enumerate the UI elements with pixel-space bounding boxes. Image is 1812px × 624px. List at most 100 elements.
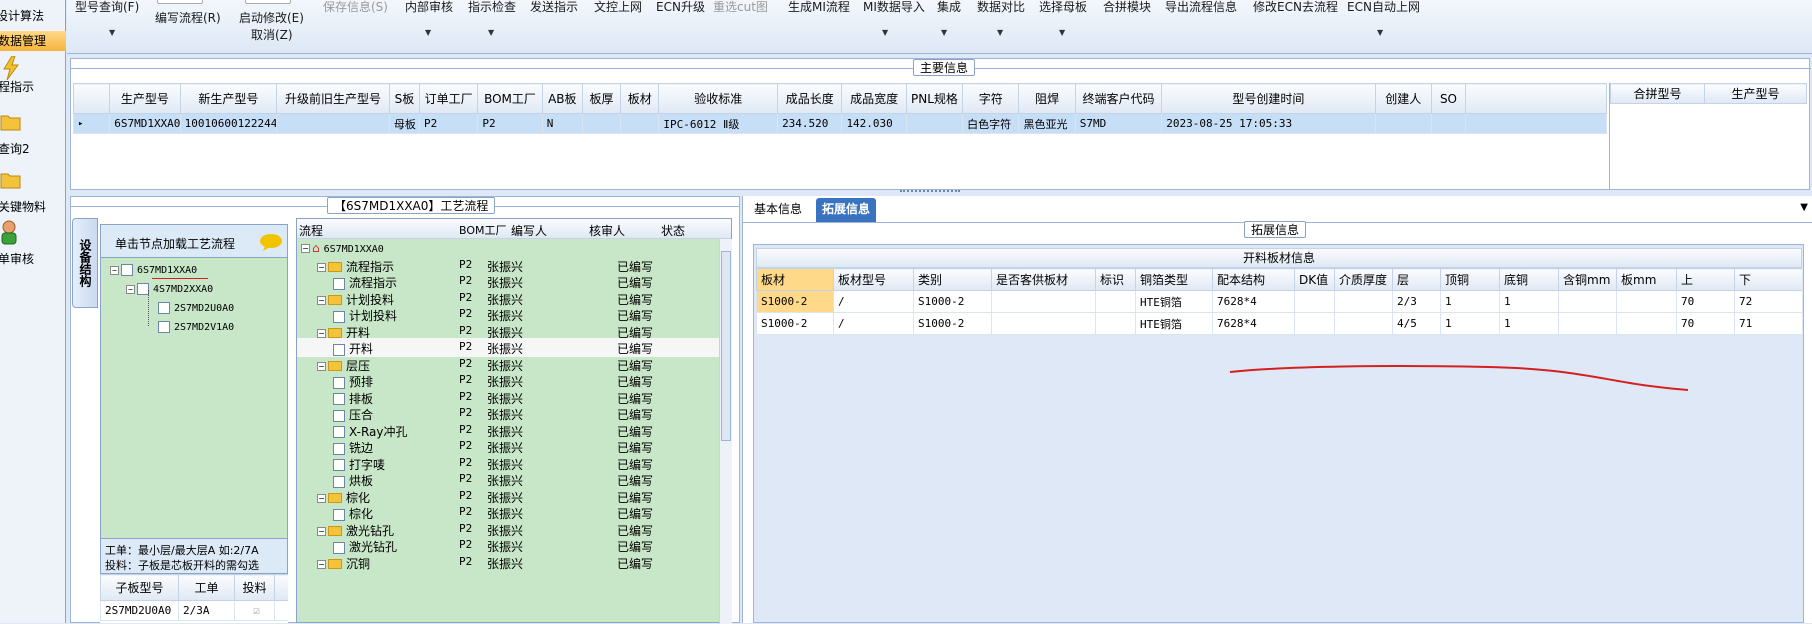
- column-header[interactable]: 底铜: [1499, 268, 1559, 291]
- column-header[interactable]: AB板: [541, 83, 583, 114]
- cell[interactable]: HTE铜箔: [1135, 290, 1213, 313]
- side-column-header[interactable]: 合拼型号: [1610, 83, 1705, 104]
- column-header[interactable]: 板材: [620, 83, 660, 114]
- column-header[interactable]: 终端客户代码: [1074, 83, 1163, 114]
- collapse-icon[interactable]: −: [317, 493, 326, 503]
- column-header[interactable]: 核审人: [589, 222, 625, 239]
- column-header[interactable]: 投料: [234, 574, 275, 601]
- cell[interactable]: 71: [1734, 312, 1802, 335]
- cell[interactable]: 4/5: [1392, 312, 1441, 335]
- tab-extended-info[interactable]: 拓展信息: [816, 198, 877, 222]
- cell[interactable]: [991, 312, 1096, 335]
- column-header[interactable]: 板mm: [1616, 268, 1677, 291]
- collapse-icon[interactable]: −: [317, 526, 326, 536]
- collapse-icon[interactable]: −: [301, 244, 310, 253]
- cell[interactable]: 72: [1734, 290, 1802, 313]
- cell[interactable]: S1000-2: [756, 312, 834, 335]
- toolbar-mi-import[interactable]: MI数据导入: [863, 0, 925, 15]
- toolbar-send[interactable]: 发送指示: [530, 0, 578, 15]
- toolbar-doc-online[interactable]: 文控上网: [594, 0, 642, 15]
- cell[interactable]: 1: [1499, 290, 1559, 313]
- toolbar-ecn-auto[interactable]: ECN自动上网: [1347, 0, 1420, 15]
- chevron-down-icon[interactable]: ▼: [488, 28, 494, 37]
- column-header[interactable]: 铜箔类型: [1135, 268, 1213, 291]
- chevron-down-icon[interactable]: ▼: [941, 28, 947, 37]
- collapse-icon[interactable]: −: [317, 559, 326, 569]
- chevron-down-icon[interactable]: ▼: [997, 28, 1003, 37]
- tab-device-structure[interactable]: 设备结构: [72, 218, 98, 308]
- column-header[interactable]: 成品宽度: [841, 83, 907, 114]
- cell[interactable]: 1: [1440, 312, 1500, 335]
- cell[interactable]: S1000-2: [913, 312, 992, 335]
- nav-item-query2[interactable]: 查询2: [0, 112, 66, 158]
- table-row[interactable]: S1000-2/S1000-2 HTE铜箔 7628*4 2/3 1 1 70 72: [756, 290, 1802, 313]
- column-header[interactable]: 上: [1676, 268, 1735, 291]
- column-header[interactable]: 顶铜: [1440, 268, 1500, 291]
- column-header[interactable]: BOM工厂: [477, 83, 543, 114]
- cell[interactable]: HTE铜箔: [1135, 312, 1213, 335]
- cell[interactable]: S1000-2: [913, 290, 992, 313]
- column-header[interactable]: 板材型号: [833, 268, 914, 291]
- collapse-icon[interactable]: −: [317, 328, 326, 338]
- column-header[interactable]: 介质厚度: [1334, 268, 1393, 291]
- cell[interactable]: [1616, 312, 1677, 335]
- collapse-icon[interactable]: −: [317, 295, 326, 305]
- chevron-down-icon[interactable]: ▼: [1800, 202, 1808, 213]
- nav-item-key-material[interactable]: 关键物料: [0, 170, 66, 216]
- cell[interactable]: /: [833, 290, 914, 313]
- column-header[interactable]: 阻焊: [1018, 83, 1076, 114]
- column-header[interactable]: 订单工厂: [418, 83, 479, 114]
- cell[interactable]: [1095, 312, 1136, 335]
- tree-node-root[interactable]: − 6S7MD1XXA0: [110, 264, 197, 276]
- checkbox[interactable]: ☑: [234, 600, 275, 621]
- side-column-header[interactable]: 生产型号: [1704, 83, 1807, 104]
- column-header[interactable]: 类别: [913, 268, 992, 291]
- scrollbar[interactable]: [719, 239, 732, 624]
- cell[interactable]: 1: [1499, 312, 1559, 335]
- cell[interactable]: [1334, 290, 1393, 313]
- cell[interactable]: /: [833, 312, 914, 335]
- nav-item-review[interactable]: 单审核: [0, 220, 66, 270]
- tree-node[interactable]: 2S7MD2V1A0: [158, 321, 234, 333]
- cell[interactable]: [1616, 290, 1677, 313]
- toolbar-select-mother[interactable]: 选择母板: [1039, 0, 1087, 15]
- column-header[interactable]: 状态: [661, 222, 685, 239]
- collapse-icon[interactable]: −: [110, 265, 119, 275]
- toolbar-generate-mi[interactable]: 生成MI流程: [788, 0, 850, 15]
- cell[interactable]: [1294, 290, 1335, 313]
- column-header[interactable]: PNL规格: [905, 83, 964, 114]
- toolbar-save[interactable]: 保存信息(S): [323, 0, 388, 15]
- toolbar-input-box[interactable]: [245, 0, 291, 4]
- column-header[interactable]: 下: [1734, 268, 1802, 291]
- cell[interactable]: 7628*4: [1212, 290, 1295, 313]
- column-header[interactable]: 子板型号: [100, 574, 179, 601]
- table-row[interactable]: 2S7MD2U0A0 2/3A ☑: [100, 600, 288, 621]
- toolbar-export-flow[interactable]: 导出流程信息: [1165, 0, 1237, 15]
- cell[interactable]: 70: [1676, 290, 1735, 313]
- column-header[interactable]: 成品长度: [777, 83, 843, 114]
- toolbar-reselect-cut[interactable]: 重选cut图: [713, 0, 768, 15]
- column-header[interactable]: S板: [388, 83, 421, 114]
- cell[interactable]: [1558, 312, 1617, 335]
- tab-basic-info[interactable]: 基本信息: [748, 198, 808, 222]
- toolbar-input-box[interactable]: [157, 0, 203, 4]
- column-header[interactable]: 字符: [962, 83, 1020, 114]
- column-header[interactable]: 配本结构: [1212, 268, 1295, 291]
- chevron-down-icon[interactable]: ▼: [425, 28, 431, 37]
- column-header[interactable]: 验收标准: [658, 83, 779, 114]
- cell[interactable]: [1095, 290, 1136, 313]
- cell[interactable]: [1334, 312, 1393, 335]
- toolbar-integrate[interactable]: 集成: [937, 0, 961, 15]
- toolbar-write-flow[interactable]: 编写流程(R): [155, 9, 221, 26]
- nav-item-data-management[interactable]: 数据管理: [0, 31, 66, 51]
- column-header[interactable]: 含铜mm: [1558, 268, 1617, 291]
- toolbar-cancel[interactable]: 取消(Z): [251, 26, 293, 43]
- chevron-down-icon[interactable]: ▼: [109, 28, 115, 37]
- column-header[interactable]: BOM工厂: [459, 222, 507, 238]
- tree-node[interactable]: 2S7MD2U0A0: [158, 302, 234, 314]
- chevron-down-icon[interactable]: ▼: [1377, 28, 1383, 37]
- toolbar-modify-ecn[interactable]: 修改ECN去流程: [1253, 0, 1338, 15]
- column-header[interactable]: 板材: [756, 268, 834, 291]
- table-row[interactable]: ▸ 6S7MD1XXA0 10010600122244 母板 P2 P2 N IPC-6012…: [73, 113, 1607, 134]
- column-header[interactable]: 编写人: [511, 222, 547, 239]
